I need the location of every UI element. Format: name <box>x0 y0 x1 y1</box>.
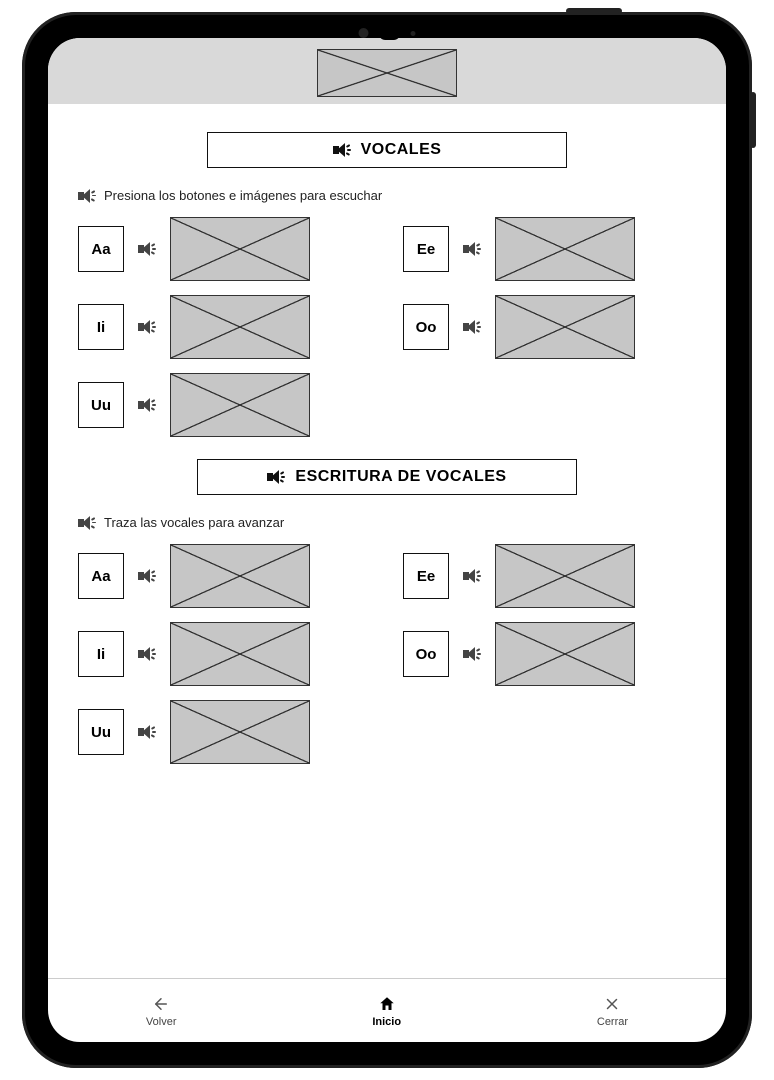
speaker-icon <box>333 143 351 157</box>
speaker-icon[interactable] <box>138 320 156 334</box>
vowel-grid-write: Aa Ee Ii Oo <box>78 544 696 764</box>
instruction-escritura[interactable]: Traza las vocales para avanzar <box>78 515 696 530</box>
speaker-icon[interactable] <box>463 569 481 583</box>
body-area: VOCALES Presiona los botones e imágenes … <box>48 104 726 978</box>
vowel-cell: Aa <box>78 544 371 608</box>
vowel-button-ii[interactable]: Ii <box>78 631 124 677</box>
speaker-icon[interactable] <box>138 242 156 256</box>
nav-home[interactable]: Inicio <box>372 994 401 1028</box>
instruction-text: Traza las vocales para avanzar <box>104 515 284 530</box>
vowel-button-ee[interactable]: Ee <box>403 553 449 599</box>
vowel-button-uu[interactable]: Uu <box>78 382 124 428</box>
speaker-icon[interactable] <box>138 569 156 583</box>
nav-label: Cerrar <box>597 1016 628 1028</box>
section-title-label: ESCRITURA DE VOCALES <box>295 468 506 486</box>
vowel-button-oo[interactable]: Oo <box>403 631 449 677</box>
vowel-trace-ee[interactable] <box>495 544 635 608</box>
camera-cluster <box>359 26 416 40</box>
vowel-image-uu[interactable] <box>170 373 310 437</box>
speaker-icon[interactable] <box>138 398 156 412</box>
device-side-button <box>750 92 756 148</box>
screen: VOCALES Presiona los botones e imágenes … <box>48 38 726 1042</box>
section-title-vocales[interactable]: VOCALES <box>207 132 567 168</box>
vowel-trace-oo[interactable] <box>495 622 635 686</box>
speaker-icon <box>78 189 96 203</box>
vowel-cell: Uu <box>78 700 371 764</box>
vowel-cell: Ee <box>403 217 696 281</box>
speaker-icon[interactable] <box>463 647 481 661</box>
nav-close[interactable]: Cerrar <box>597 994 628 1028</box>
vowel-cell: Oo <box>403 622 696 686</box>
device-top-button <box>566 8 622 14</box>
vowel-button-ii[interactable]: Ii <box>78 304 124 350</box>
header-bar <box>48 38 726 104</box>
vowel-image-aa[interactable] <box>170 217 310 281</box>
vowel-button-aa[interactable]: Aa <box>78 553 124 599</box>
vowel-cell: Aa <box>78 217 371 281</box>
nav-label: Volver <box>146 1016 177 1028</box>
section-title-label: VOCALES <box>361 141 442 159</box>
instruction-vocales[interactable]: Presiona los botones e imágenes para esc… <box>78 188 696 203</box>
header-logo-placeholder <box>317 49 457 97</box>
vowel-button-ee[interactable]: Ee <box>403 226 449 272</box>
speaker-icon <box>267 470 285 484</box>
nav-label: Inicio <box>372 1016 401 1028</box>
vowel-button-uu[interactable]: Uu <box>78 709 124 755</box>
vowel-cell: Uu <box>78 373 371 437</box>
vowel-image-ee[interactable] <box>495 217 635 281</box>
vowel-grid-listen: Aa Ee Ii Oo <box>78 217 696 437</box>
arrow-left-icon <box>151 994 171 1014</box>
bottom-nav: Volver Inicio Cerrar <box>48 978 726 1042</box>
speaker-icon[interactable] <box>138 647 156 661</box>
close-icon <box>602 994 622 1014</box>
vowel-cell: Ii <box>78 622 371 686</box>
home-icon <box>377 994 397 1014</box>
content: VOCALES Presiona los botones e imágenes … <box>48 38 726 1042</box>
nav-back[interactable]: Volver <box>146 994 177 1028</box>
vowel-cell: Ee <box>403 544 696 608</box>
vowel-trace-uu[interactable] <box>170 700 310 764</box>
speaker-icon <box>78 516 96 530</box>
tablet-frame: VOCALES Presiona los botones e imágenes … <box>22 12 752 1068</box>
vowel-image-oo[interactable] <box>495 295 635 359</box>
vowel-trace-aa[interactable] <box>170 544 310 608</box>
vowel-button-oo[interactable]: Oo <box>403 304 449 350</box>
section-title-escritura[interactable]: ESCRITURA DE VOCALES <box>197 459 577 495</box>
vowel-image-ii[interactable] <box>170 295 310 359</box>
instruction-text: Presiona los botones e imágenes para esc… <box>104 188 382 203</box>
vowel-button-aa[interactable]: Aa <box>78 226 124 272</box>
vowel-cell: Ii <box>78 295 371 359</box>
speaker-icon[interactable] <box>138 725 156 739</box>
speaker-icon[interactable] <box>463 320 481 334</box>
vowel-trace-ii[interactable] <box>170 622 310 686</box>
speaker-icon[interactable] <box>463 242 481 256</box>
vowel-cell: Oo <box>403 295 696 359</box>
